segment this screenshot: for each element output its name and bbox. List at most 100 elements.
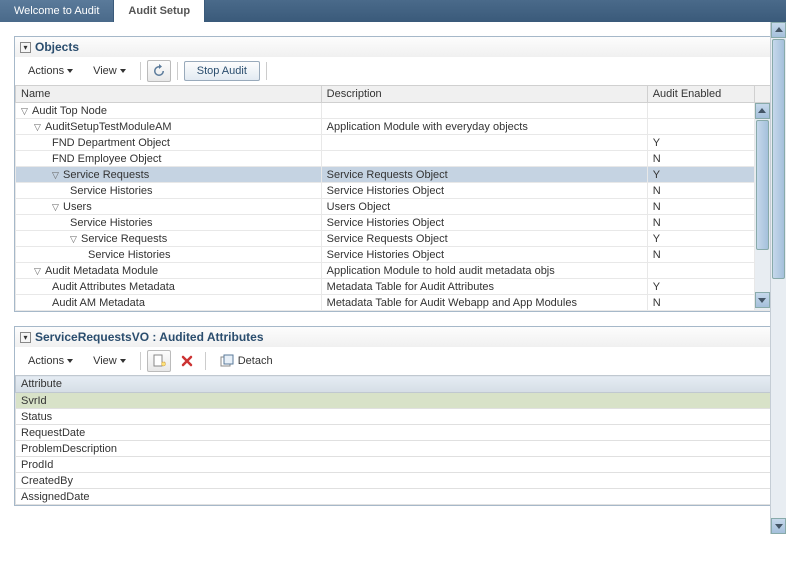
table-row[interactable]: ▽Service Requests Service Requests Object… xyxy=(16,167,771,183)
actions-label: Actions xyxy=(28,65,64,77)
collapse-icon[interactable]: ▾ xyxy=(20,42,31,53)
row-description: Service Histories Object xyxy=(321,247,647,263)
row-audit: N xyxy=(647,199,754,215)
column-attribute[interactable]: Attribute xyxy=(16,376,771,393)
table-row[interactable]: Service Histories Service Histories Objec… xyxy=(16,247,771,263)
delete-icon xyxy=(180,354,194,368)
table-row[interactable]: Audit AM Metadata Metadata Table for Audi… xyxy=(16,295,771,311)
table-row[interactable]: ▽AuditSetupTestModuleAM Application Modul… xyxy=(16,119,771,135)
table-row[interactable]: ▽Audit Top Node xyxy=(16,103,771,119)
actions-label: Actions xyxy=(28,355,64,367)
tree-toggle-icon[interactable]: ▽ xyxy=(34,122,43,133)
row-name: Service Requests xyxy=(63,169,149,181)
caret-down-icon xyxy=(120,69,126,73)
row-name: AuditSetupTestModuleAM xyxy=(45,121,172,133)
row-name: Audit AM Metadata xyxy=(52,297,145,309)
table-row[interactable]: AssignedDate xyxy=(16,489,771,505)
objects-panel-title: Objects xyxy=(35,40,79,54)
caret-down-icon xyxy=(67,359,73,363)
table-row[interactable]: Audit Attributes Metadata Metadata Table … xyxy=(16,279,771,295)
scroll-up-icon[interactable] xyxy=(771,22,786,38)
view-menu[interactable]: View xyxy=(85,63,134,79)
table-scrollbar[interactable] xyxy=(754,103,770,311)
tree-toggle-icon[interactable]: ▽ xyxy=(52,202,61,213)
actions-menu[interactable]: Actions xyxy=(20,353,81,369)
tree-toggle-icon[interactable]: ▽ xyxy=(21,106,30,117)
collapse-icon[interactable]: ▾ xyxy=(20,332,31,343)
objects-tree-table: Name Description Audit Enabled ▽Audit To… xyxy=(15,85,771,311)
detach-icon xyxy=(220,354,234,368)
row-description: Application Module to hold audit metadat… xyxy=(321,263,647,279)
attributes-panel-title: ServiceRequestsVO : Audited Attributes xyxy=(35,330,264,344)
row-audit: Y xyxy=(647,279,754,295)
row-name: Users xyxy=(63,201,92,213)
row-description: Service Histories Object xyxy=(321,183,647,199)
row-audit: Y xyxy=(647,231,754,247)
caret-down-icon xyxy=(67,69,73,73)
row-name: Service Histories xyxy=(88,249,171,261)
row-description: Metadata Table for Audit Webapp and App … xyxy=(321,295,647,311)
row-description: Application Module with everyday objects xyxy=(321,119,647,135)
table-row[interactable]: Status xyxy=(16,409,771,425)
table-row[interactable]: FND Department ObjectY xyxy=(16,135,771,151)
row-audit xyxy=(647,119,754,135)
add-button[interactable] xyxy=(147,350,171,372)
table-row[interactable]: ▽Audit Metadata Module Application Module… xyxy=(16,263,771,279)
row-name: Service Histories xyxy=(70,185,153,197)
scroll-gutter xyxy=(754,86,770,103)
separator xyxy=(177,62,178,80)
row-description: Metadata Table for Audit Attributes xyxy=(321,279,647,295)
attribute-name: SvrId xyxy=(16,393,771,409)
table-row[interactable]: ▽UsersUsers ObjectN xyxy=(16,199,771,215)
tab-audit-setup[interactable]: Audit Setup xyxy=(114,0,205,22)
refresh-button[interactable] xyxy=(147,60,171,82)
scroll-thumb[interactable] xyxy=(756,120,769,250)
attributes-panel: ▾ ServiceRequestsVO : Audited Attributes… xyxy=(14,326,772,506)
separator xyxy=(140,62,141,80)
actions-menu[interactable]: Actions xyxy=(20,63,81,79)
table-row[interactable]: FND Employee ObjectN xyxy=(16,151,771,167)
column-description[interactable]: Description xyxy=(321,86,647,103)
column-audit-enabled[interactable]: Audit Enabled xyxy=(647,86,754,103)
row-name: Audit Metadata Module xyxy=(45,265,158,277)
view-menu[interactable]: View xyxy=(85,353,134,369)
table-row[interactable]: CreatedBy xyxy=(16,473,771,489)
table-row[interactable]: ProdId xyxy=(16,457,771,473)
table-row[interactable]: ▽Service RequestsService Requests Object… xyxy=(16,231,771,247)
attribute-name: ProblemDescription xyxy=(16,441,771,457)
scroll-down-icon[interactable] xyxy=(771,518,786,534)
table-row[interactable]: SvrId xyxy=(16,393,771,409)
scroll-down-icon[interactable] xyxy=(755,292,770,308)
separator xyxy=(266,62,267,80)
table-row[interactable]: RequestDate xyxy=(16,425,771,441)
table-row[interactable]: Service Histories Service Histories Objec… xyxy=(16,183,771,199)
row-audit: N xyxy=(647,295,754,311)
row-audit: N xyxy=(647,247,754,263)
row-audit xyxy=(647,263,754,279)
tree-toggle-icon[interactable]: ▽ xyxy=(34,266,43,277)
row-description: Service Histories Object xyxy=(321,215,647,231)
tab-strip: Welcome to Audit Audit Setup xyxy=(0,0,786,22)
stop-audit-button[interactable]: Stop Audit xyxy=(184,61,260,81)
row-name: Audit Attributes Metadata xyxy=(52,281,175,293)
row-name: Service Requests xyxy=(81,233,167,245)
page-scrollbar[interactable] xyxy=(770,22,786,534)
table-row[interactable]: ProblemDescription xyxy=(16,441,771,457)
row-description: Service Requests Object xyxy=(321,167,647,183)
attributes-table: Attribute SvrIdStatusRequestDateProblemD… xyxy=(15,375,771,505)
tree-toggle-icon[interactable]: ▽ xyxy=(70,234,79,245)
caret-down-icon xyxy=(120,359,126,363)
scroll-up-icon[interactable] xyxy=(755,103,770,119)
attribute-name: ProdId xyxy=(16,457,771,473)
attribute-name: RequestDate xyxy=(16,425,771,441)
detach-button[interactable]: Detach xyxy=(212,352,281,370)
column-name[interactable]: Name xyxy=(16,86,322,103)
separator xyxy=(205,352,206,370)
tree-toggle-icon[interactable]: ▽ xyxy=(52,170,61,181)
row-audit: Y xyxy=(647,135,754,151)
separator xyxy=(140,352,141,370)
delete-button[interactable] xyxy=(175,350,199,372)
scroll-thumb[interactable] xyxy=(772,39,785,279)
tab-welcome[interactable]: Welcome to Audit xyxy=(0,0,114,22)
table-row[interactable]: Service HistoriesService Histories Objec… xyxy=(16,215,771,231)
